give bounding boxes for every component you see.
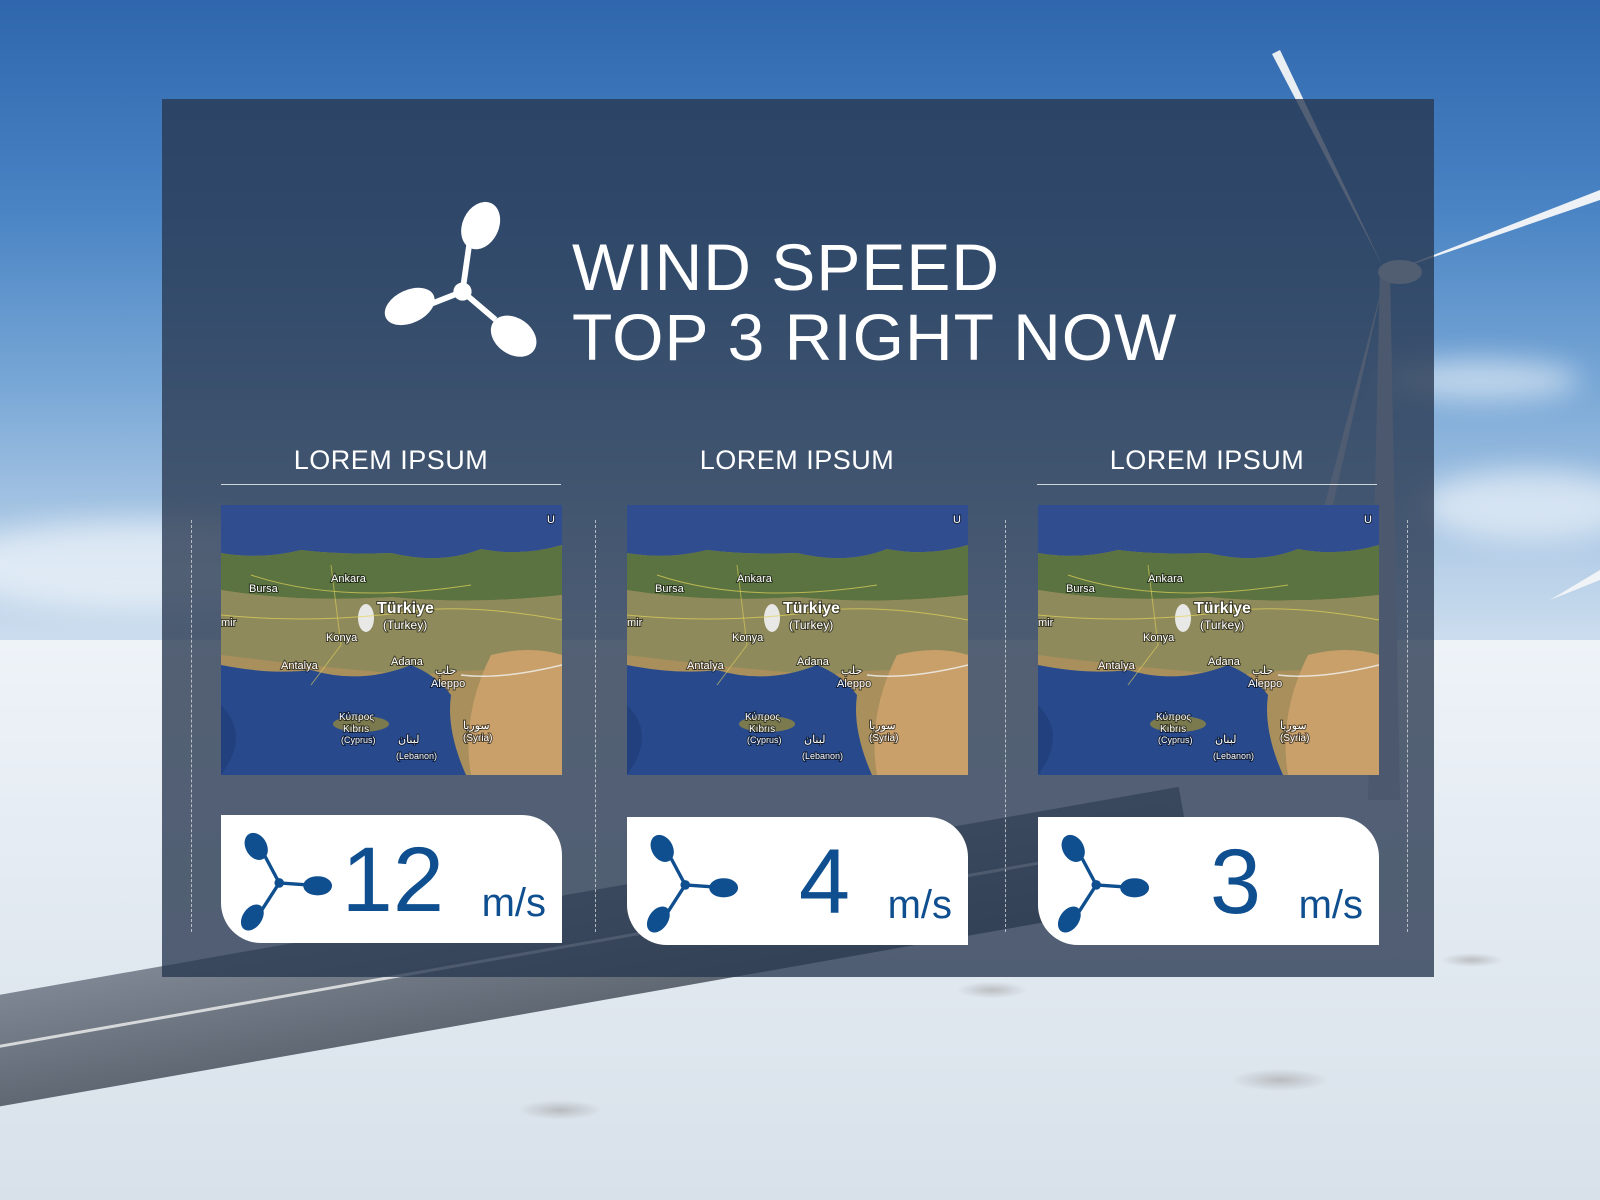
map-label-country: Türkiye [783, 600, 840, 617]
map-label-edge-top: U [547, 514, 555, 526]
map-label-syria-ar: سوريا [869, 720, 896, 732]
map-label-adana: Adana [391, 656, 424, 668]
map-label-country-alt: (Turkey) [383, 618, 427, 632]
wind-speed-card-2: 4 m/s [627, 817, 968, 945]
map-label-cyprus-gr: Κύπρος [745, 711, 780, 723]
map-label-cyprus-tr: Kıbrıs [1160, 724, 1186, 735]
map-label-aleppo: Aleppo [837, 678, 871, 690]
map-label-antalya: Antalya [281, 660, 319, 672]
wind-turbine-icon [646, 834, 739, 933]
map-label-konya: Konya [326, 632, 358, 644]
wind-speed-card-3: 3 m/s [1038, 817, 1379, 945]
map-label-ankara: Ankara [737, 573, 773, 585]
column-divider [1407, 520, 1408, 932]
map-label-country-alt: (Turkey) [789, 618, 833, 632]
map-label-adana: Adana [1208, 656, 1241, 668]
wind-speed-value-2: 4 [798, 831, 850, 933]
map-label-country: Türkiye [377, 600, 434, 617]
map-label-konya: Konya [732, 632, 764, 644]
map-label-cyprus-tr: Kıbrıs [749, 724, 775, 735]
map-label-edge-top: U [1364, 514, 1372, 526]
map-label-cyprus-en: (Cyprus) [1158, 735, 1193, 745]
wind-speed-unit-1: m/s [481, 881, 546, 925]
column-divider [595, 520, 596, 932]
map-label-aleppo: Aleppo [431, 678, 465, 690]
location-map-1[interactable]: Bursa Ankara Türkiye (Turkey) Konya Anta… [221, 505, 562, 775]
map-label-edge-left: mir [221, 617, 237, 629]
wind-speed-unit-2: m/s [887, 883, 952, 927]
map-label-edge-left: mir [1038, 617, 1054, 629]
map-label-ankara: Ankara [1148, 573, 1184, 585]
map-label-cyprus-en: (Cyprus) [747, 735, 782, 745]
map-label-cyprus-gr: Κύπρος [339, 711, 374, 723]
location-map-2[interactable]: Bursa Ankara Türkiye (Turkey) Konya Anta… [627, 505, 968, 775]
location-label-2: LOREM IPSUM [699, 445, 895, 475]
map-label-syria-en: (Syria) [1280, 733, 1309, 744]
title-line-1: WIND SPEED [572, 230, 1001, 304]
map-label-cyprus-en: (Cyprus) [341, 735, 376, 745]
map-label-aleppo-ar: حلب [841, 665, 862, 677]
wind-speed-unit-3: m/s [1298, 883, 1363, 927]
page-title: WIND SPEED TOP 3 RIGHT NOW [572, 232, 1177, 372]
map-label-bursa: Bursa [249, 583, 279, 595]
location-label-3: LOREM IPSUM [1109, 445, 1305, 475]
map-label-adana: Adana [797, 656, 830, 668]
map-label-aleppo-ar: حلب [1252, 665, 1273, 677]
map-label-lebanon-ar: لبنان [398, 734, 419, 746]
map-label-antalya: Antalya [687, 660, 725, 672]
wind-speed-value-1: 12 [341, 829, 444, 931]
map-label-lebanon-en: (Lebanon) [396, 751, 437, 761]
map-label-syria-en: (Syria) [869, 733, 898, 744]
wind-speed-value-3: 3 [1209, 831, 1261, 933]
map-label-country: Türkiye [1194, 600, 1251, 617]
wind-turbine-icon [240, 832, 333, 931]
map-label-ankara: Ankara [331, 573, 367, 585]
map-label-edge-top: U [953, 514, 961, 526]
map-label-bursa: Bursa [655, 583, 685, 595]
map-label-country-alt: (Turkey) [1200, 618, 1244, 632]
label-underline [221, 484, 561, 485]
location-label-1: LOREM IPSUM [293, 445, 489, 475]
map-label-bursa: Bursa [1066, 583, 1096, 595]
map-label-syria-en: (Syria) [463, 733, 492, 744]
map-label-cyprus-tr: Kıbrıs [343, 724, 369, 735]
column-divider [191, 520, 192, 932]
map-label-lebanon-en: (Lebanon) [802, 751, 843, 761]
map-label-lebanon-ar: لبنان [1215, 734, 1236, 746]
map-label-lebanon-en: (Lebanon) [1213, 751, 1254, 761]
map-label-lebanon-ar: لبنان [804, 734, 825, 746]
map-label-cyprus-gr: Κύπρος [1156, 711, 1191, 723]
map-label-antalya: Antalya [1098, 660, 1136, 672]
map-label-syria-ar: سوريا [1280, 720, 1307, 732]
map-label-syria-ar: سوريا [463, 720, 490, 732]
map-label-aleppo-ar: حلب [435, 665, 456, 677]
map-label-edge-left: mir [627, 617, 643, 629]
location-map-3[interactable]: Bursa Ankara Türkiye (Turkey) Konya Anta… [1038, 505, 1379, 775]
map-label-aleppo: Aleppo [1248, 678, 1282, 690]
title-line-2: TOP 3 RIGHT NOW [572, 300, 1178, 374]
label-underline [1037, 484, 1377, 485]
wind-turbine-icon [384, 201, 537, 357]
map-label-konya: Konya [1143, 632, 1175, 644]
wind-turbine-icon [1057, 834, 1150, 933]
column-divider [1005, 520, 1006, 932]
wind-speed-card-1: 12 m/s [221, 815, 562, 943]
